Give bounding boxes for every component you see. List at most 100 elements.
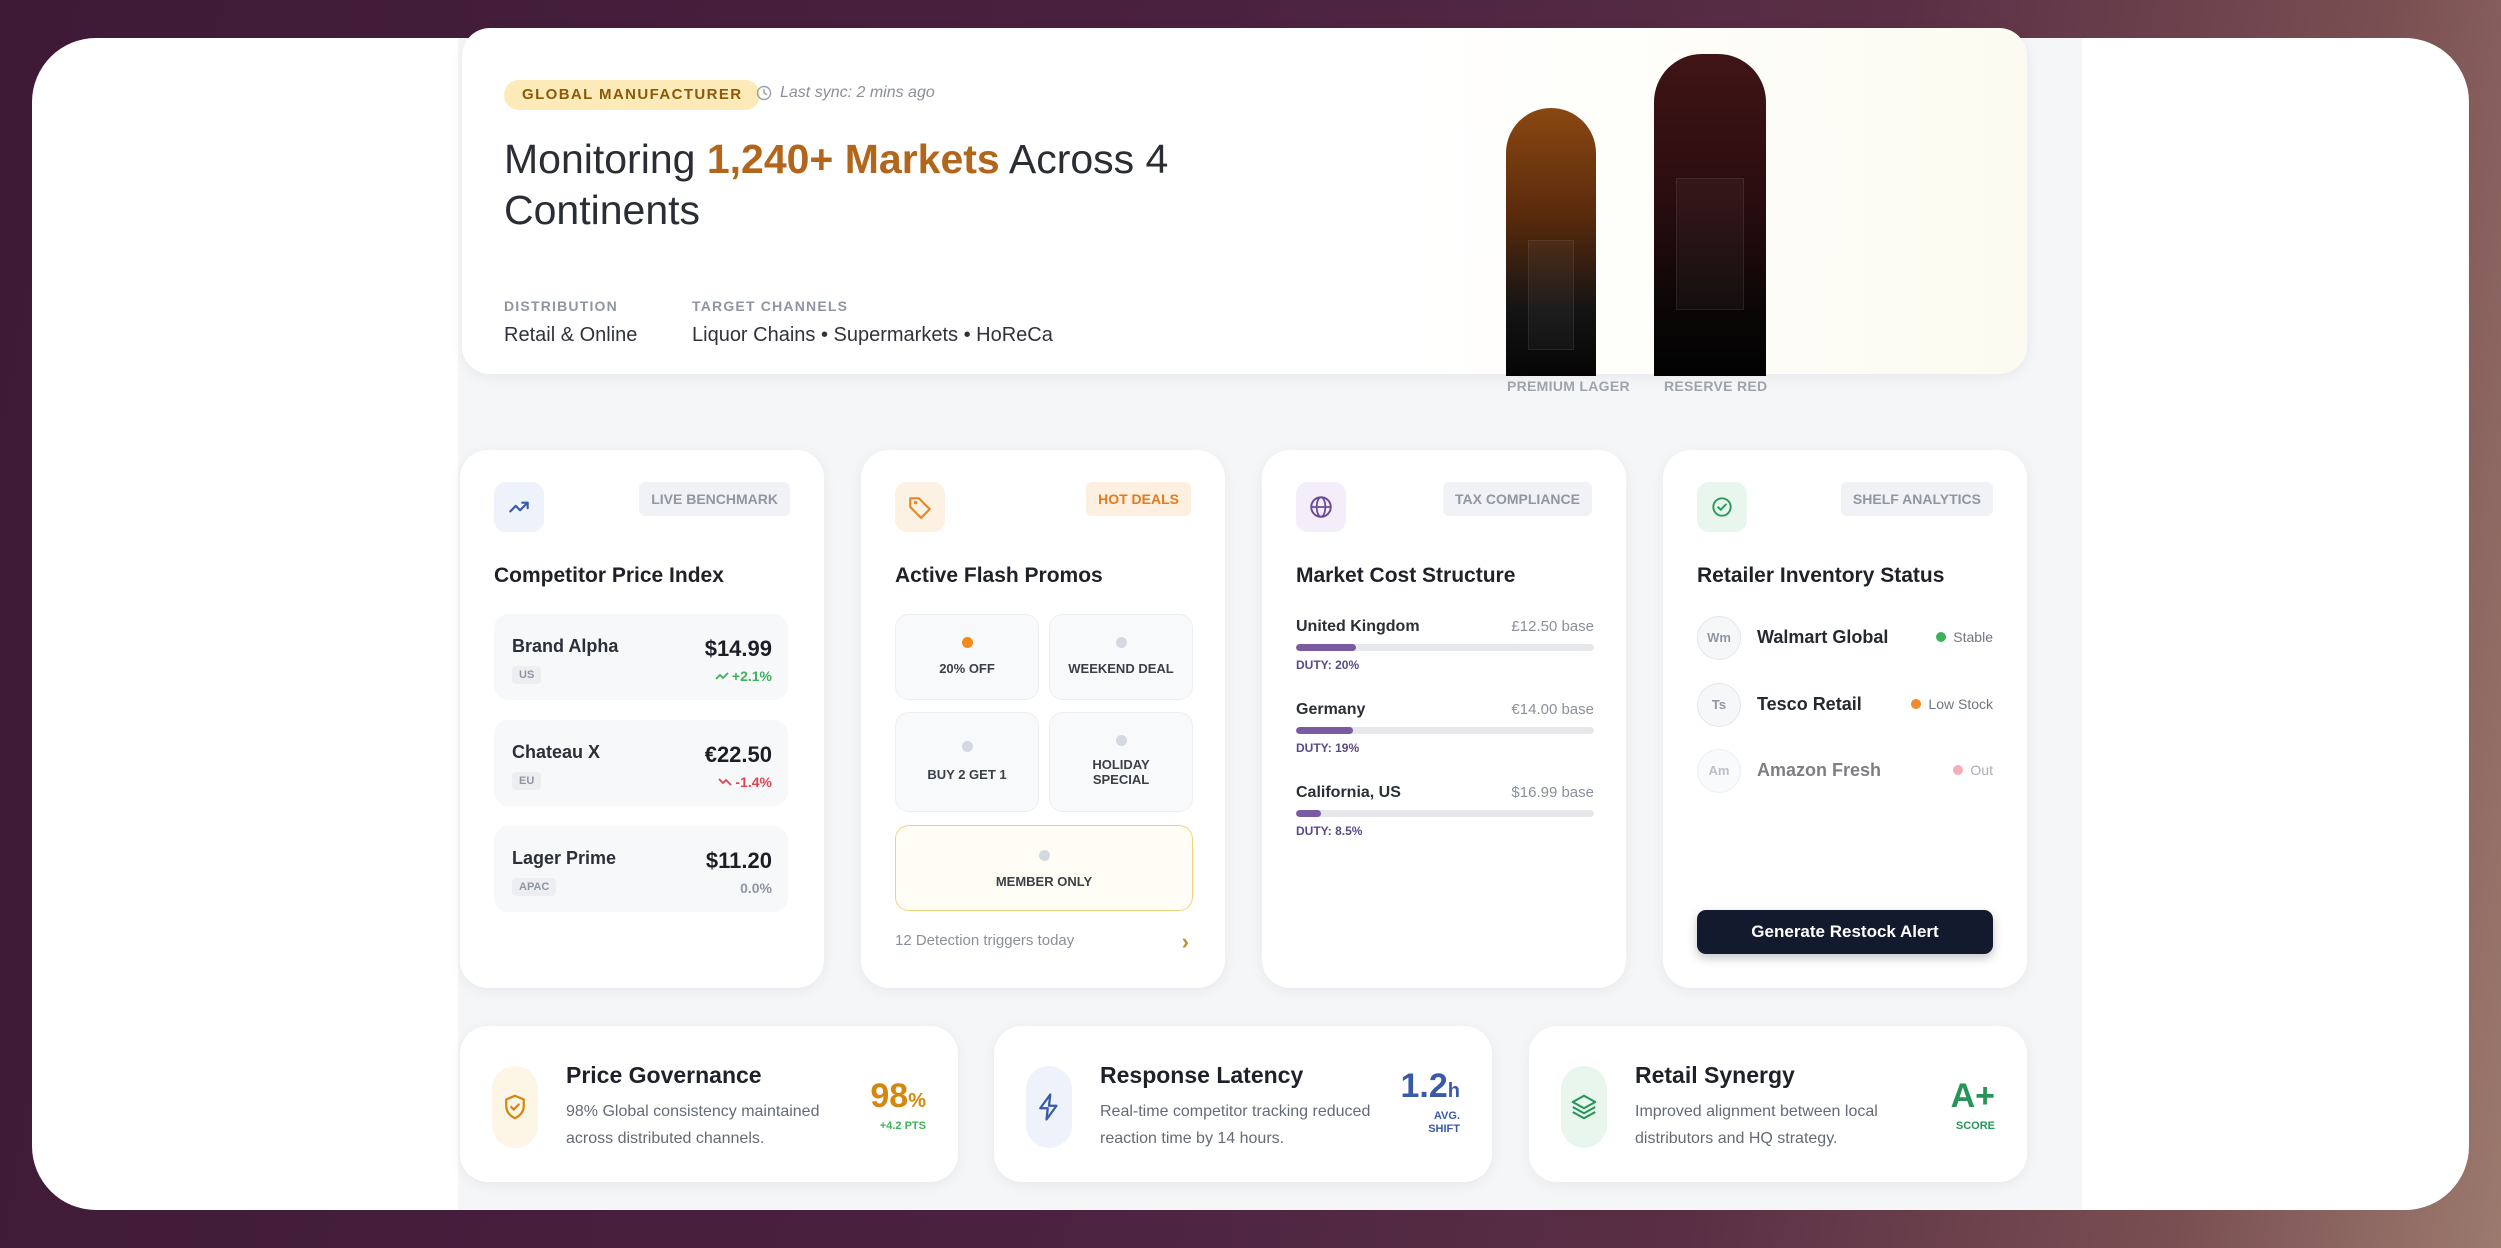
card-title: Active Flash Promos xyxy=(895,564,1103,587)
status-text: Low Stock xyxy=(1928,696,1993,712)
chevron-right-icon[interactable]: › xyxy=(1182,929,1189,955)
layers-icon xyxy=(1561,1066,1607,1148)
promo-tile[interactable]: MEMBER ONLY xyxy=(895,825,1193,911)
retailer-inventory-card: SHELF ANALYTICS Retailer Inventory Statu… xyxy=(1663,450,2027,988)
status-dot xyxy=(1911,699,1922,709)
sync-status: Last sync: 2 mins ago xyxy=(756,84,935,102)
avatar: Wm xyxy=(1697,616,1741,660)
kpi-subtext: +4.2 PTS xyxy=(879,1120,926,1132)
promo-tile[interactable]: WEEKEND DEAL xyxy=(1049,614,1193,700)
duty-bar-fill xyxy=(1296,727,1353,734)
promo-label: WEEKEND DEAL xyxy=(1068,661,1174,676)
kpi-description: Real-time competitor tracking reduced re… xyxy=(1100,1103,1371,1147)
price-change: 0.0% xyxy=(740,880,772,896)
inactive-dot xyxy=(1039,850,1050,861)
retailer-row[interactable]: Ts Tesco Retail Low Stock xyxy=(1697,683,1993,727)
kpi-description: Improved alignment between local distrib… xyxy=(1635,1103,1878,1147)
kpi-value: 98% xyxy=(870,1078,926,1119)
retailer-name: Walmart Global xyxy=(1757,627,1889,647)
promo-tile[interactable]: BUY 2 GET 1 xyxy=(895,712,1039,812)
generate-restock-alert-button[interactable]: Generate Restock Alert xyxy=(1697,910,1993,954)
base-price: £12.50 base xyxy=(1511,618,1594,635)
kpi-title: Retail Synergy xyxy=(1635,1062,1795,1088)
detection-triggers: 12 Detection triggers today xyxy=(895,932,1075,949)
flash-promos-card: HOT DEALS Active Flash Promos 20% OFF WE… xyxy=(861,450,1225,988)
market-cost-card: TAX COMPLIANCE Market Cost Structure Uni… xyxy=(1262,450,1626,988)
country-name: California, US xyxy=(1296,784,1401,801)
clock-icon xyxy=(756,85,772,101)
manufacturer-tag: GLOBAL MANUFACTURER xyxy=(504,80,761,110)
region-badge: US xyxy=(512,666,542,684)
tax-compliance-badge: TAX COMPLIANCE xyxy=(1443,482,1592,516)
globe-icon xyxy=(1296,482,1346,532)
check-circle-icon xyxy=(1697,482,1747,532)
hero-panel: GLOBAL MANUFACTURER Last sync: 2 mins ag… xyxy=(462,28,2027,394)
status-text: Stable xyxy=(1953,629,1993,645)
card-title: Competitor Price Index xyxy=(494,564,724,587)
kpi-unit: h xyxy=(1447,1080,1460,1102)
kpi-value: A+ xyxy=(1951,1078,1995,1114)
price-value: $14.99 xyxy=(704,636,772,661)
lightning-icon xyxy=(1026,1066,1072,1148)
card-title: Retailer Inventory Status xyxy=(1697,564,1945,587)
channels-value: Liquor Chains • Supermarkets • HoReCa xyxy=(692,324,1053,346)
page-title: Monitoring 1,240+ Markets Across 4 Conti… xyxy=(504,134,1264,236)
duty-bar xyxy=(1296,727,1594,734)
trend-up-icon xyxy=(494,482,544,532)
promo-label: HOLIDAY SPECIAL xyxy=(1092,757,1150,787)
competitor-price-card: LIVE BENCHMARK Competitor Price Index Br… xyxy=(460,450,824,988)
kpi-unit: % xyxy=(908,1090,926,1112)
price-change: -1.4% xyxy=(718,774,772,790)
kpi-description: 98% Global consistency maintained across… xyxy=(566,1103,820,1147)
inactive-dot xyxy=(1116,735,1127,746)
price-change: +2.1% xyxy=(715,668,772,684)
duty-bar xyxy=(1296,810,1594,817)
kpi-retail-synergy: Retail Synergy Improved alignment betwee… xyxy=(1529,1026,2027,1182)
retailer-row[interactable]: Am Amazon Fresh Out xyxy=(1697,749,1993,793)
sync-text: Last sync: 2 mins ago xyxy=(780,84,935,101)
change-text: +2.1% xyxy=(731,668,772,684)
kpi-title: Price Governance xyxy=(566,1062,762,1088)
price-row[interactable]: Lager Prime APAC $11.20 0.0% xyxy=(494,826,788,912)
tag-icon xyxy=(895,482,945,532)
brand-name: Chateau X xyxy=(512,742,601,762)
distribution-value: Retail & Online xyxy=(504,324,638,346)
brand-name: Brand Alpha xyxy=(512,636,619,656)
bottle-name-lager: PREMIUM LAGER xyxy=(1507,378,1630,394)
live-benchmark-badge: LIVE BENCHMARK xyxy=(639,482,790,516)
retailer-row[interactable]: Wm Walmart Global Stable xyxy=(1697,616,1993,660)
brand-name: Lager Prime xyxy=(512,848,617,868)
duty-label: DUTY: 19% xyxy=(1296,741,1360,755)
retailer-name: Amazon Fresh xyxy=(1757,760,1882,780)
duty-bar-fill xyxy=(1296,810,1322,817)
inactive-dot xyxy=(962,741,973,752)
kpi-title: Response Latency xyxy=(1100,1062,1304,1088)
kpi-response-latency: Response Latency Real-time competitor tr… xyxy=(994,1026,1492,1182)
status-dot xyxy=(1953,765,1964,775)
trend-down-icon xyxy=(718,778,733,786)
status-badge: Low Stock xyxy=(1911,696,1993,712)
promo-tile[interactable]: 20% OFF xyxy=(895,614,1039,700)
kpi-value: 1.2h xyxy=(1401,1068,1460,1109)
bottle-name-red: RESERVE RED xyxy=(1664,378,1768,394)
kpi-number: 1.2 xyxy=(1400,1067,1448,1105)
shield-check-icon xyxy=(492,1066,538,1148)
status-badge: Out xyxy=(1953,762,1993,778)
headline-highlight: 1,240+ Markets xyxy=(706,136,1000,182)
price-row[interactable]: Chateau X EU €22.50 -1.4% xyxy=(494,720,788,806)
kpi-number: A+ xyxy=(1950,1077,1995,1115)
duty-label: DUTY: 8.5% xyxy=(1296,824,1363,838)
hot-deals-badge: HOT DEALS xyxy=(1086,482,1191,516)
price-row[interactable]: Brand Alpha US $14.99 +2.1% xyxy=(494,614,788,700)
promo-label: MEMBER ONLY xyxy=(995,874,1093,889)
active-dot xyxy=(962,637,973,648)
promo-tile[interactable]: HOLIDAY SPECIAL xyxy=(1049,712,1193,812)
status-dot xyxy=(1936,632,1947,642)
country-name: Germany xyxy=(1296,701,1366,718)
card-title: Market Cost Structure xyxy=(1296,564,1516,587)
avatar: Ts xyxy=(1697,683,1741,727)
price-value: €22.50 xyxy=(704,742,772,767)
headline-pre: Monitoring xyxy=(504,136,707,182)
kpi-number: 98 xyxy=(870,1077,909,1115)
base-price: €14.00 base xyxy=(1511,701,1594,718)
